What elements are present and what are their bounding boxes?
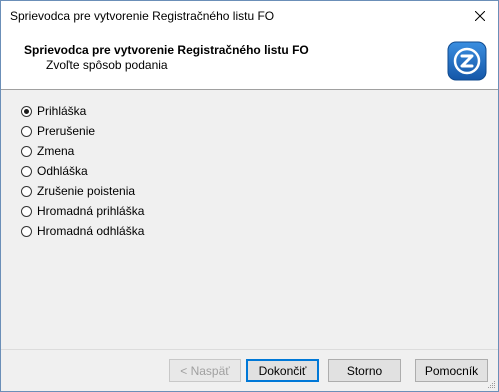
radio-hromadna-prihlaska[interactable]: Hromadná prihláška: [21, 201, 144, 221]
submission-type-group: Prihláška Prerušenie Zmena Odhláška Zruš…: [21, 101, 144, 241]
footer-divider: [1, 349, 498, 350]
finish-button[interactable]: Dokončiť: [246, 359, 319, 382]
radio-label: Zmena: [37, 144, 75, 158]
radio-hromadna-odhlaska[interactable]: Hromadná odhláška: [21, 221, 144, 241]
wizard-window: Sprievodca pre vytvorenie Registračného …: [0, 0, 499, 392]
radio-label: Prihláška: [37, 104, 87, 118]
header-subtitle: Zvoľte spôsob podania: [46, 58, 168, 72]
radio-button[interactable]: [21, 145, 32, 157]
app-logo-icon: [447, 41, 487, 81]
radio-button[interactable]: [21, 185, 32, 197]
radio-button[interactable]: [21, 125, 32, 137]
wizard-header: Sprievodca pre vytvorenie Registračného …: [1, 31, 498, 90]
radio-button[interactable]: [21, 225, 32, 237]
radio-prihlaska[interactable]: Prihláška: [21, 101, 144, 121]
radio-zrusenie-poistenia[interactable]: Zrušenie poistenia: [21, 181, 144, 201]
title-bar: Sprievodca pre vytvorenie Registračného …: [1, 1, 498, 31]
radio-label: Hromadná odhláška: [37, 224, 145, 238]
resize-grip-icon[interactable]: [486, 379, 496, 389]
radio-button[interactable]: [21, 165, 32, 177]
cancel-button[interactable]: Storno: [328, 359, 401, 382]
window-title: Sprievodca pre vytvorenie Registračného …: [10, 9, 275, 23]
radio-button[interactable]: [21, 205, 32, 217]
radio-button[interactable]: [21, 105, 32, 117]
close-button[interactable]: [462, 1, 498, 31]
radio-label: Zrušenie poistenia: [37, 184, 136, 198]
header-title: Sprievodca pre vytvorenie Registračného …: [24, 43, 309, 57]
radio-label: Odhláška: [37, 164, 88, 178]
help-button[interactable]: Pomocník: [415, 359, 488, 382]
back-button[interactable]: < Naspäť: [169, 359, 241, 382]
radio-label: Hromadná prihláška: [37, 204, 145, 218]
radio-zmena[interactable]: Zmena: [21, 141, 144, 161]
radio-label: Prerušenie: [37, 124, 96, 138]
radio-odhlaska[interactable]: Odhláška: [21, 161, 144, 181]
radio-prerusenie[interactable]: Prerušenie: [21, 121, 144, 141]
close-icon: [475, 11, 485, 21]
